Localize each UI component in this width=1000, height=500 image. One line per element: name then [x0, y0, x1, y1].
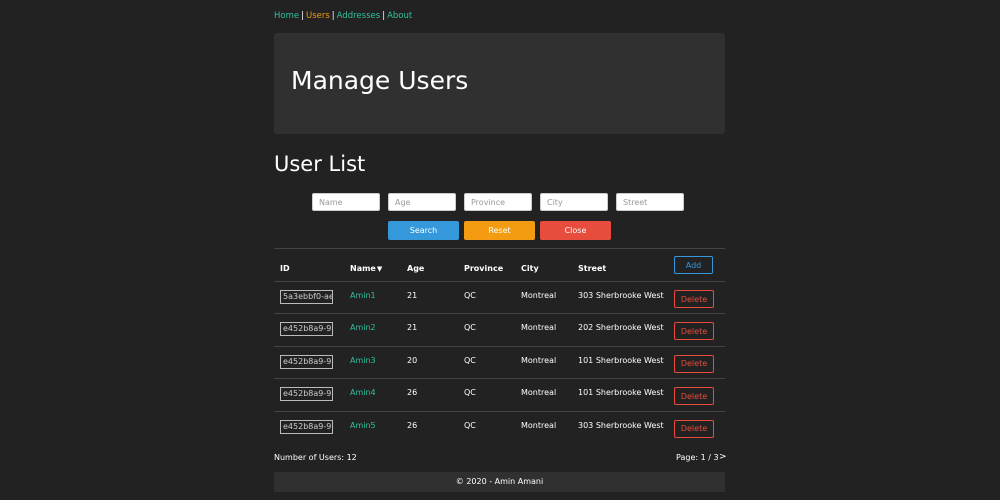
header-panel: Manage Users [274, 33, 725, 134]
header-name-sort[interactable]: Name▼ [350, 264, 382, 274]
user-street: 101 Sherbrooke West [578, 355, 664, 365]
page: Home | Users | Addresses | About Manage Users … [0, 0, 1000, 500]
table-row: e452b8a9-97 Amin4 26 QC Montreal 101 Sherbroo… [274, 378, 725, 411]
close-button[interactable]: Close [540, 221, 611, 240]
reset-button[interactable]: Reset [464, 221, 535, 240]
age-filter-input[interactable] [388, 193, 456, 211]
user-city: Montreal [521, 388, 557, 398]
user-province: QC [464, 291, 476, 300]
header-street: Street [578, 264, 607, 273]
page-title: Manage Users [291, 66, 469, 95]
table-row: e452b8a9-97 Amin3 20 QC Montreal 101 Sherbroo… [274, 345, 725, 379]
user-id-field: e452b8a9-97 [280, 419, 333, 434]
user-street: 303 Sherbrooke West [578, 291, 664, 300]
user-age: 26 [407, 388, 418, 398]
header-age: Age [407, 264, 425, 273]
user-province: QC [464, 388, 476, 398]
delete-user-button[interactable]: Delete [674, 387, 714, 406]
delete-user-button[interactable]: Delete [674, 322, 714, 341]
user-name-link[interactable]: Amin3 [350, 356, 376, 366]
street-filter-input[interactable] [616, 193, 684, 211]
user-age: 21 [407, 291, 418, 300]
header-province: Province [464, 264, 504, 273]
nav-addresses[interactable]: Addresses [337, 11, 381, 21]
delete-user-button[interactable]: Delete [674, 290, 714, 308]
header-city: City [521, 264, 539, 273]
table-row: e452b8a9-97 Amin5 26 QC Montreal 303 Sherbroo… [274, 410, 725, 444]
user-name-link[interactable]: Amin4 [350, 388, 376, 398]
user-street: 202 Sherbrooke West [578, 323, 664, 333]
nav-home[interactable]: Home [274, 11, 299, 21]
user-province: QC [464, 420, 476, 430]
city-filter-input[interactable] [540, 193, 608, 211]
nav-users[interactable]: Users [306, 11, 330, 21]
user-city: Montreal [521, 291, 557, 300]
page-indicator: Page: 1 / 3 [676, 453, 719, 462]
user-id-field: e452b8a9-97 [280, 387, 333, 402]
next-page-button[interactable]: > [719, 452, 727, 462]
table-row: 5a3ebbf0-aea Amin1 21 QC Montreal 303 Sherbro… [274, 281, 725, 314]
user-name-link[interactable]: Amin2 [350, 323, 376, 333]
user-city: Montreal [521, 420, 557, 430]
user-city: Montreal [521, 355, 557, 365]
user-age: 21 [407, 323, 418, 333]
header-id: ID [280, 264, 290, 273]
user-name-link[interactable]: Amin5 [350, 421, 376, 431]
user-street: 303 Sherbrooke West [578, 420, 664, 430]
delete-user-button[interactable]: Delete [674, 354, 714, 373]
user-street: 101 Sherbrooke West [578, 388, 664, 398]
top-nav: Home | Users | Addresses | About [274, 11, 412, 22]
name-filter-input[interactable] [312, 193, 380, 211]
header-name-label: Name [350, 264, 376, 273]
add-user-button[interactable]: Add [674, 256, 713, 274]
nav-separator: | [301, 11, 304, 21]
user-city: Montreal [521, 323, 557, 333]
sort-down-icon: ▼ [376, 265, 383, 273]
search-button[interactable]: Search [388, 221, 459, 240]
delete-user-button[interactable]: Delete [674, 419, 714, 438]
user-list-title: User List [274, 152, 366, 176]
user-name-link[interactable]: Amin1 [350, 291, 376, 301]
user-id-field: 5a3ebbf0-aea [280, 290, 333, 304]
province-filter-input[interactable] [464, 193, 532, 211]
user-province: QC [464, 323, 476, 333]
table-divider [274, 248, 725, 249]
user-age: 26 [407, 420, 418, 430]
user-id-field: e452b8a9-97 [280, 354, 333, 369]
user-count: Number of Users: 12 [274, 453, 357, 462]
nav-separator: | [382, 11, 386, 21]
nav-separator: | [331, 11, 335, 21]
footer-copyright: © 2020 - Amin Amani [455, 477, 544, 486]
footer: © 2020 - Amin Amani [274, 472, 725, 492]
user-province: QC [464, 355, 476, 365]
table-row: e452b8a9-97 Amin2 21 QC Montreal 202 Sherbroo… [274, 313, 725, 346]
user-id-field: e452b8a9-97 [280, 322, 333, 337]
nav-about[interactable]: About [387, 11, 412, 21]
user-age: 20 [407, 355, 418, 365]
